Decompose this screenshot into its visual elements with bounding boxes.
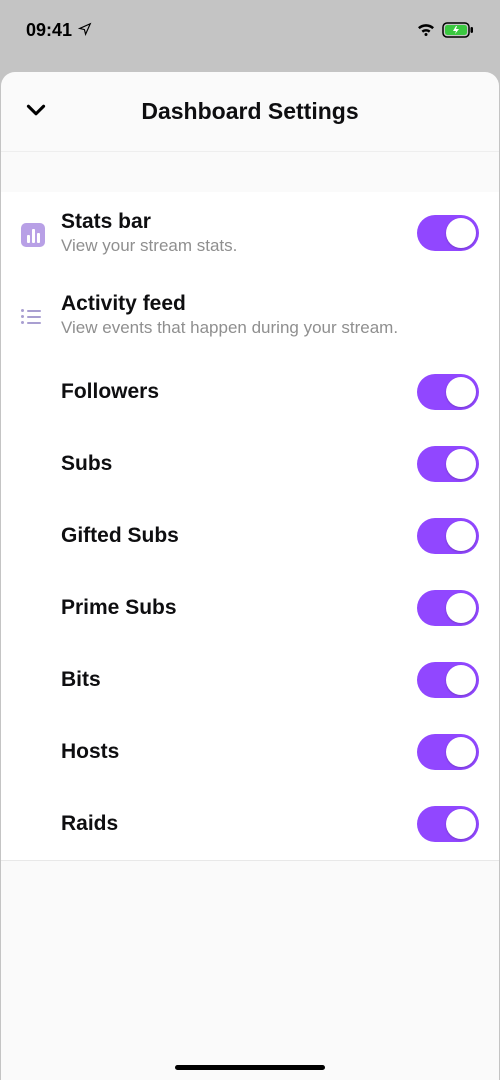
gifted-subs-toggle[interactable] xyxy=(417,518,479,554)
bits-toggle[interactable] xyxy=(417,662,479,698)
setting-stats-bar: Stats bar View your stream stats. xyxy=(1,192,499,274)
activity-item-bits: Bits xyxy=(1,644,499,716)
activity-item-subs: Subs xyxy=(1,428,499,500)
settings-sheet: Dashboard Settings Stats bar View your s… xyxy=(1,72,499,1080)
home-indicator[interactable] xyxy=(175,1065,325,1070)
activity-item-label: Gifted Subs xyxy=(61,524,417,548)
raids-toggle[interactable] xyxy=(417,806,479,842)
activity-item-label: Subs xyxy=(61,452,417,476)
activity-feed-title: Activity feed xyxy=(61,292,479,316)
stats-bar-toggle[interactable] xyxy=(417,215,479,251)
subs-toggle[interactable] xyxy=(417,446,479,482)
activity-item-gifted-subs: Gifted Subs xyxy=(1,500,499,572)
activity-feed-icon xyxy=(21,306,61,324)
activity-item-followers: Followers xyxy=(1,356,499,428)
activity-item-label: Hosts xyxy=(61,740,417,764)
sheet-header: Dashboard Settings xyxy=(1,72,499,152)
prime-subs-toggle[interactable] xyxy=(417,590,479,626)
wifi-icon xyxy=(416,22,436,38)
activity-item-label: Prime Subs xyxy=(61,596,417,620)
hosts-toggle[interactable] xyxy=(417,734,479,770)
stats-bar-title: Stats bar xyxy=(61,210,417,234)
settings-list: Stats bar View your stream stats. Activi… xyxy=(1,192,499,861)
activity-item-label: Followers xyxy=(61,380,417,404)
stats-bar-icon xyxy=(21,220,61,247)
activity-item-hosts: Hosts xyxy=(1,716,499,788)
setting-activity-feed: Activity feed View events that happen du… xyxy=(1,274,499,356)
list-bottom-divider xyxy=(1,860,499,861)
battery-charging-icon xyxy=(442,22,474,38)
followers-toggle[interactable] xyxy=(417,374,479,410)
stats-bar-subtitle: View your stream stats. xyxy=(61,236,417,256)
activity-item-prime-subs: Prime Subs xyxy=(1,572,499,644)
dismiss-chevron-button[interactable] xyxy=(23,96,49,127)
activity-item-label: Raids xyxy=(61,812,417,836)
status-time: 09:41 xyxy=(26,20,72,41)
status-time-group: 09:41 xyxy=(26,20,92,41)
activity-feed-subtitle: View events that happen during your stre… xyxy=(61,318,479,338)
page-title: Dashboard Settings xyxy=(141,98,358,125)
status-bar: 09:41 xyxy=(0,0,500,60)
status-icons xyxy=(416,22,474,38)
activity-item-raids: Raids xyxy=(1,788,499,860)
location-arrow-icon xyxy=(78,20,92,41)
activity-item-label: Bits xyxy=(61,668,417,692)
